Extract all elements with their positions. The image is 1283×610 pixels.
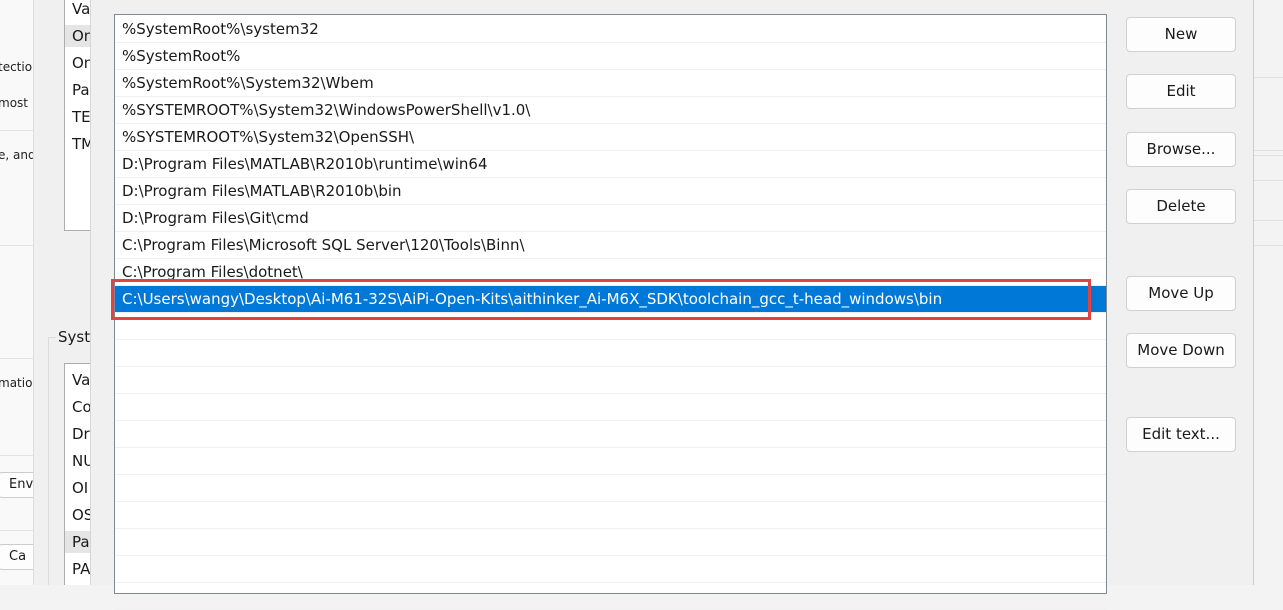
- empty-row[interactable]: [115, 394, 1106, 421]
- empty-row[interactable]: [115, 421, 1106, 448]
- list-item[interactable]: On: [72, 54, 90, 72]
- environment-variables-window: Va On On Pa TE TM Syste Va Co Dr NU OI O…: [34, 0, 90, 585]
- path-entry[interactable]: %SystemRoot%: [115, 43, 1106, 70]
- list-item[interactable]: Co: [72, 398, 90, 416]
- list-item[interactable]: TE: [72, 108, 90, 126]
- empty-row[interactable]: [115, 448, 1106, 475]
- divider: [1254, 155, 1283, 156]
- edit-button[interactable]: Edit: [1126, 74, 1236, 109]
- list-item[interactable]: On: [72, 27, 90, 45]
- list-item[interactable]: Dr: [72, 425, 90, 443]
- new-button[interactable]: New: [1126, 17, 1236, 52]
- move-down-button[interactable]: Move Down: [1126, 333, 1236, 368]
- list-item[interactable]: NU: [72, 452, 90, 470]
- delete-button[interactable]: Delete: [1126, 189, 1236, 224]
- browse-button[interactable]: Browse...: [1126, 132, 1236, 167]
- divider: [1254, 77, 1283, 78]
- empty-row[interactable]: [115, 583, 1106, 610]
- divider: [1254, 150, 1283, 151]
- environment-variables-button[interactable]: Env: [0, 472, 33, 498]
- list-item[interactable]: PA: [72, 560, 90, 578]
- empty-row[interactable]: [115, 475, 1106, 502]
- background-window-right: [1254, 0, 1283, 585]
- text-fragment: matio: [0, 376, 33, 390]
- path-entry[interactable]: %SYSTEMROOT%\System32\OpenSSH\: [115, 124, 1106, 151]
- empty-row[interactable]: [115, 502, 1106, 529]
- list-item[interactable]: Pa: [72, 81, 90, 99]
- edit-text-button[interactable]: Edit text...: [1126, 417, 1236, 452]
- divider: [0, 358, 33, 359]
- cancel-button[interactable]: Ca: [0, 544, 33, 570]
- list-item[interactable]: Pa: [72, 533, 90, 551]
- divider: [0, 455, 33, 456]
- divider: [0, 130, 33, 131]
- path-entry[interactable]: D:\Program Files\MATLAB\R2010b\runtime\w…: [115, 151, 1106, 178]
- divider: [0, 245, 33, 246]
- path-entry[interactable]: %SYSTEMROOT%\System32\WindowsPowerShell\…: [115, 97, 1106, 124]
- text-fragment: most: [0, 96, 28, 110]
- system-variables-label: Syste: [56, 328, 90, 346]
- path-entry[interactable]: D:\Program Files\MATLAB\R2010b\bin: [115, 178, 1106, 205]
- empty-row[interactable]: [115, 340, 1106, 367]
- empty-row[interactable]: [115, 529, 1106, 556]
- column-header: Va: [72, 0, 90, 18]
- path-entry[interactable]: D:\Program Files\Git\cmd: [115, 205, 1106, 232]
- divider: [1254, 180, 1283, 181]
- background-system-properties-window: tection most e, and matio Env Ca: [0, 0, 34, 585]
- empty-row[interactable]: [115, 556, 1106, 583]
- divider: [0, 530, 33, 531]
- divider: [1254, 220, 1283, 221]
- path-entry[interactable]: %SystemRoot%\System32\Wbem: [115, 70, 1106, 97]
- divider: [1254, 245, 1283, 246]
- list-item[interactable]: OS: [72, 506, 90, 524]
- text-fragment: e, and: [0, 148, 34, 162]
- path-entry[interactable]: %SystemRoot%\system32: [115, 16, 1106, 43]
- list-item[interactable]: TM: [72, 135, 90, 153]
- list-item[interactable]: OI: [72, 479, 88, 497]
- column-header: Va: [72, 371, 90, 389]
- annotation-highlight-box: [111, 279, 1091, 320]
- empty-row[interactable]: [115, 367, 1106, 394]
- move-up-button[interactable]: Move Up: [1126, 276, 1236, 311]
- text-fragment: tection: [0, 60, 33, 74]
- path-entry[interactable]: C:\Program Files\Microsoft SQL Server\12…: [115, 232, 1106, 259]
